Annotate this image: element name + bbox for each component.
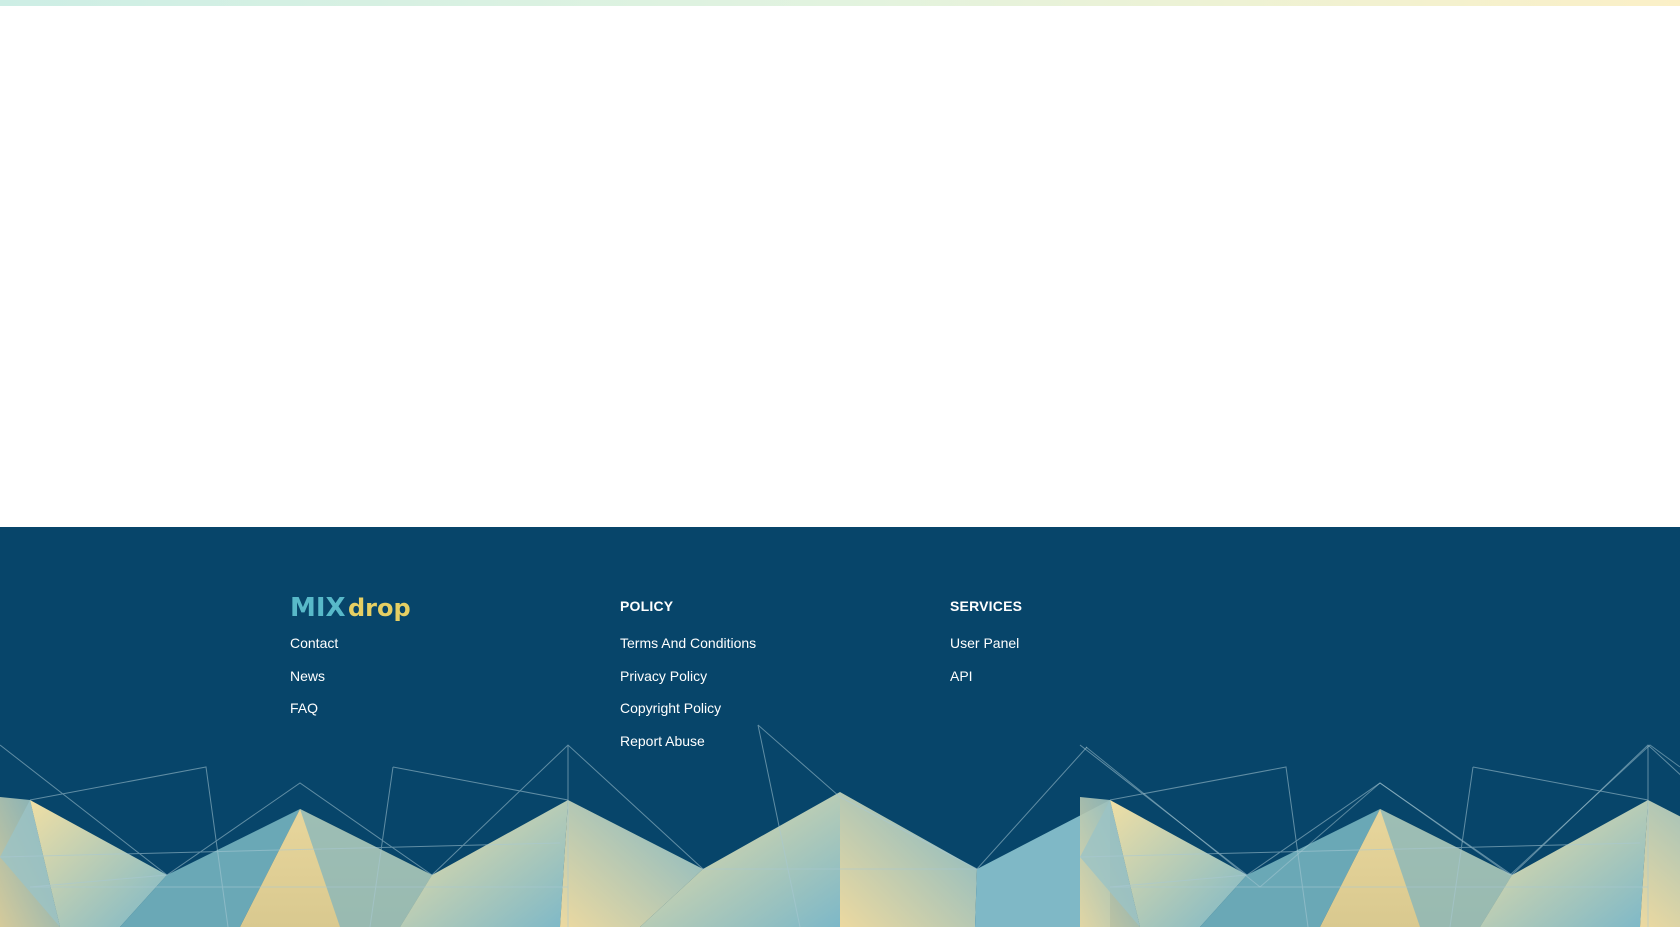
footer-link-item: Copyright Policy xyxy=(620,700,756,733)
footer-link-item: User Panel xyxy=(950,635,1019,668)
policy-links: Terms And Conditions Privacy Policy Copy… xyxy=(620,635,756,765)
svg-text:drop: drop xyxy=(348,594,411,622)
api-link[interactable]: API xyxy=(950,668,973,684)
contact-link[interactable]: Contact xyxy=(290,635,338,651)
footer-link-item: FAQ xyxy=(290,700,338,733)
terms-link[interactable]: Terms And Conditions xyxy=(620,635,756,651)
brand-links: Contact News FAQ xyxy=(290,635,338,733)
footer-link-item: Terms And Conditions xyxy=(620,635,756,668)
faq-link[interactable]: FAQ xyxy=(290,700,318,716)
footer-link-item: News xyxy=(290,668,338,701)
services-heading: SERVICES xyxy=(950,598,1023,614)
policy-heading: POLICY xyxy=(620,598,674,614)
footer-link-item: Contact xyxy=(290,635,338,668)
mixdrop-logo[interactable]: MIX drop xyxy=(290,593,420,623)
user-panel-link[interactable]: User Panel xyxy=(950,635,1019,651)
svg-text:MIX: MIX xyxy=(290,593,346,623)
footer-link-item: Report Abuse xyxy=(620,733,756,766)
footer-link-item: Privacy Policy xyxy=(620,668,756,701)
footer-polygon-background xyxy=(0,724,1680,927)
report-abuse-link[interactable]: Report Abuse xyxy=(620,733,705,749)
main-content-area xyxy=(0,6,1680,527)
privacy-policy-link[interactable]: Privacy Policy xyxy=(620,668,707,684)
footer-link-item: API xyxy=(950,668,1019,701)
site-footer: MIX drop Contact News FAQ POLICY Terms A… xyxy=(0,527,1680,927)
news-link[interactable]: News xyxy=(290,668,325,684)
copyright-policy-link[interactable]: Copyright Policy xyxy=(620,700,721,716)
services-links: User Panel API xyxy=(950,635,1019,700)
